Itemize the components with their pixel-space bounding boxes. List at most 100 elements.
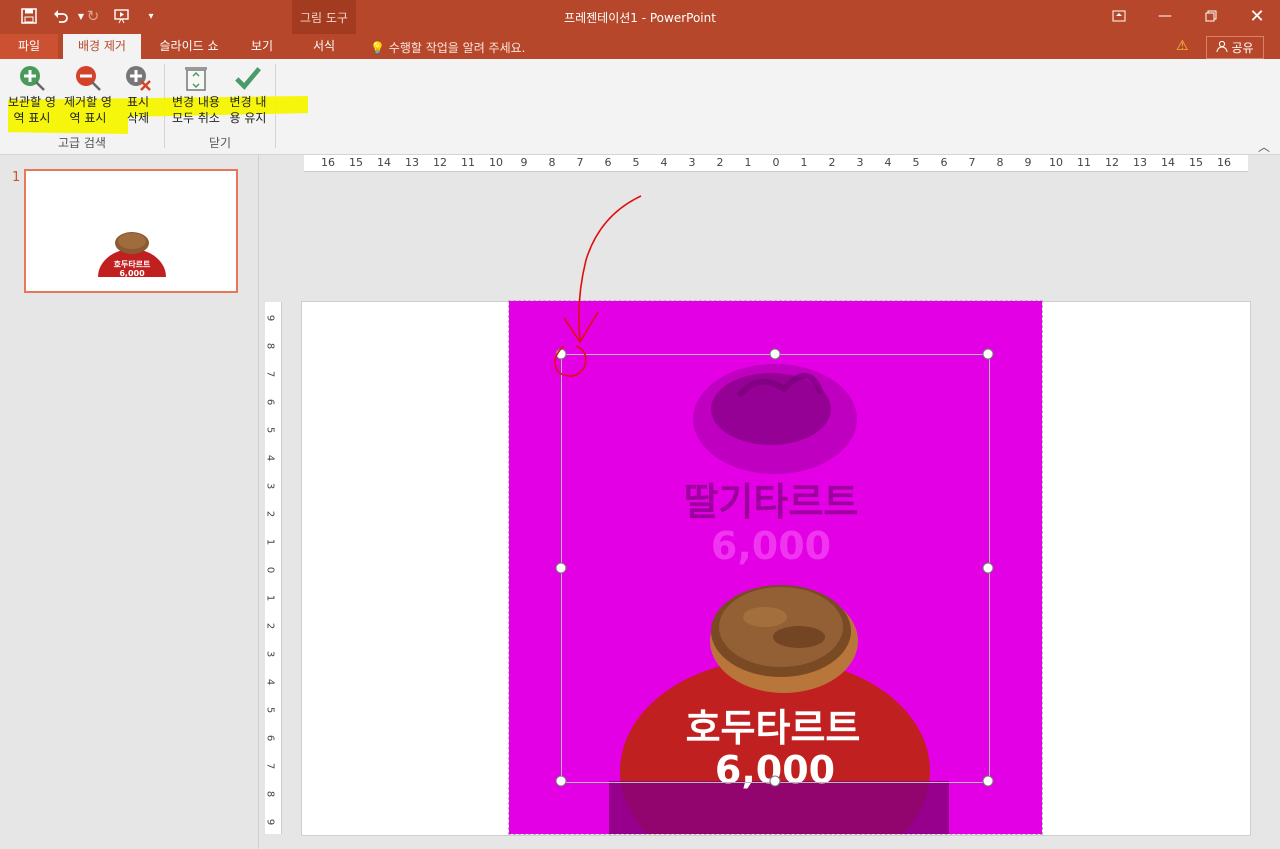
ruler-tick-label: 15 (1189, 156, 1203, 169)
ruler-tick-label: 8 (548, 156, 556, 169)
warning-icon[interactable]: ⚠ (1176, 38, 1189, 54)
ruler-tick-label: 2 (716, 156, 724, 169)
resize-handle-bottom-right[interactable] (982, 775, 994, 787)
resize-handle-right[interactable] (982, 562, 994, 574)
tab-view[interactable]: 보기 (236, 34, 288, 59)
vertical-ruler[interactable]: 9 8 7 6 5 4 3 2 1 0 1 2 3 4 5 6 7 8 9 (265, 302, 282, 834)
ruler-tick-label: 1 (744, 156, 752, 169)
ruler-tick-label: 7 (264, 370, 276, 378)
thumbnail-preview: 호두타르트 6,000 (98, 232, 166, 278)
resize-handle-top-right[interactable] (982, 348, 994, 360)
tell-me-search[interactable]: 💡 수행할 작업을 알려 주세요. (370, 39, 525, 56)
ruler-tick-label: 15 (349, 156, 363, 169)
redo-icon[interactable]: ↻ (82, 6, 104, 26)
mark-areas-to-remove-button[interactable]: 제거할 영 역 표시 (62, 64, 114, 126)
ruler-tick-label: 13 (405, 156, 419, 169)
ruler-tick-label: 6 (604, 156, 612, 169)
ruler-tick-label: 11 (461, 156, 475, 169)
tab-background-removal[interactable]: 배경 제거 (63, 34, 141, 59)
delete-mark-icon (124, 64, 152, 92)
ruler-tick-label: 8 (996, 156, 1004, 169)
ruler-tick-label: 12 (1105, 156, 1119, 169)
ruler-tick-label: 3 (856, 156, 864, 169)
tab-format[interactable]: 서식 (292, 34, 356, 59)
share-button[interactable]: 공유 (1206, 36, 1264, 59)
thumb-price: 6,000 (119, 269, 145, 278)
keep-changes-button[interactable]: 변경 내 용 유지 (222, 64, 274, 126)
ruler-tick-label: 5 (632, 156, 640, 169)
ruler-tick-label: 4 (264, 678, 276, 686)
save-icon[interactable] (18, 6, 40, 26)
ruler-tick-label: 4 (264, 454, 276, 462)
resize-handle-bottom-left[interactable] (555, 775, 567, 787)
ruler-tick-label: 1 (800, 156, 808, 169)
slide-number: 1 (12, 170, 21, 185)
ruler-tick-label: 0 (264, 566, 276, 574)
close-icon[interactable]: ✕ (1242, 4, 1272, 28)
ruler-tick-label: 10 (1049, 156, 1063, 169)
ruler-tick-label: 7 (576, 156, 584, 169)
ruler-tick-label: 8 (264, 790, 276, 798)
keep-changes-label: 변경 내 용 유지 (229, 95, 267, 125)
slideshow-from-start-icon[interactable] (112, 6, 134, 26)
ruler-tick-label: 11 (1077, 156, 1091, 169)
resize-handle-left[interactable] (555, 562, 567, 574)
picture-tools-label: 그림 도구 (300, 11, 348, 25)
horizontal-ruler[interactable]: 16 15 14 13 12 11 10 9 8 7 6 5 4 3 2 1 0 1 2 3 4 5 6 7 8 9 10 11 12 1… (304, 155, 1248, 172)
ruler-tick-label: 1 (264, 594, 276, 602)
collapse-ribbon-icon[interactable]: ︿ (1258, 138, 1270, 155)
ruler-tick-label: 2 (264, 510, 276, 518)
ruler-tick-label: 14 (377, 156, 391, 169)
resize-handle-bottom[interactable] (769, 775, 781, 787)
tab-slideshow[interactable]: 슬라이드 쇼 (150, 34, 228, 59)
ruler-tick-label: 9 (264, 818, 276, 826)
ruler-tick-label: 2 (828, 156, 836, 169)
delete-mark-button[interactable]: 표시 삭제 (112, 64, 164, 126)
share-label: 공유 (1231, 41, 1254, 55)
slide-thumbnail[interactable]: 호두타르트 6,000 (24, 169, 238, 293)
minus-mark-icon (74, 64, 102, 92)
ruler-tick-label: 3 (264, 482, 276, 490)
ruler-tick-label: 16 (1217, 156, 1231, 169)
annotation-arrow (554, 195, 642, 377)
window-title: 프레젠테이션1 - PowerPoint (564, 11, 716, 25)
ruler-tick-label: 5 (264, 706, 276, 714)
mark-remove-label: 제거할 영 역 표시 (64, 95, 112, 125)
ruler-tick-label: 16 (321, 156, 335, 169)
ruler-tick-label: 3 (264, 650, 276, 658)
mark-areas-to-keep-button[interactable]: 보관할 영 역 표시 (6, 64, 58, 126)
keep-area-selection-box[interactable] (561, 354, 990, 783)
ruler-tick-label: 3 (688, 156, 696, 169)
thumb-product-name: 호두타르트 (114, 259, 151, 269)
ruler-tick-label: 9 (264, 314, 276, 322)
resize-handle-top[interactable] (769, 348, 781, 360)
person-icon (1216, 40, 1228, 55)
plus-mark-icon (18, 64, 46, 92)
ruler-tick-label: 6 (264, 734, 276, 742)
checkmark-icon (234, 64, 262, 92)
discard-all-changes-button[interactable]: 변경 내용 모두 취소 (170, 64, 222, 126)
ribbon-display-options-icon[interactable] (1104, 4, 1134, 28)
ruler-tick-label: 12 (433, 156, 447, 169)
group-label-close: 닫기 (208, 136, 232, 150)
ruler-tick-label: 6 (940, 156, 948, 169)
discard-changes-label: 변경 내용 모두 취소 (172, 95, 220, 125)
undo-icon[interactable] (50, 6, 72, 26)
tell-me-text: 수행할 작업을 알려 주세요. (388, 41, 526, 55)
ruler-tick-label: 2 (264, 622, 276, 630)
ruler-tick-label: 14 (1161, 156, 1175, 169)
group-label-refine: 고급 검색 (58, 136, 106, 150)
ruler-tick-label: 10 (489, 156, 503, 169)
customize-toolbar-icon[interactable]: ▾ (140, 6, 162, 26)
minimize-icon[interactable]: — (1150, 4, 1180, 28)
ruler-tick-label: 6 (264, 398, 276, 406)
ruler-tick-label: 4 (884, 156, 892, 169)
tab-file[interactable]: 파일 (0, 34, 58, 59)
ruler-tick-label: 8 (264, 342, 276, 350)
delete-mark-label: 표시 삭제 (126, 95, 150, 125)
ruler-tick-label: 9 (520, 156, 528, 169)
restore-icon[interactable] (1196, 4, 1226, 28)
mark-keep-label: 보관할 영 역 표시 (8, 95, 56, 125)
ruler-tick-label: 13 (1133, 156, 1147, 169)
ruler-tick-label: 9 (1024, 156, 1032, 169)
